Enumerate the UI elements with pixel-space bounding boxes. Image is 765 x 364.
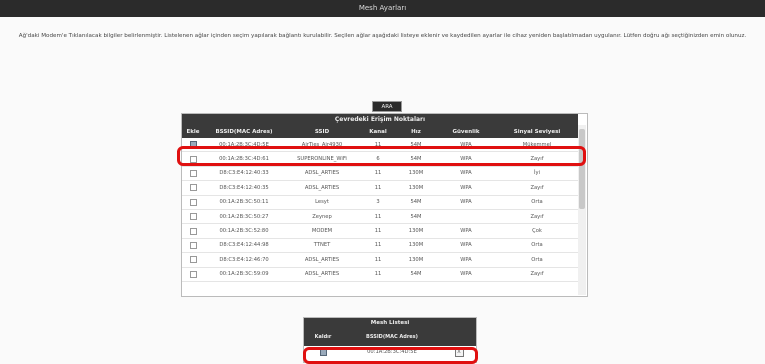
rate-cell: 130M: [396, 238, 436, 254]
rate-cell: 54M: [396, 209, 436, 225]
security-cell: WPA: [436, 252, 496, 268]
security-cell: WPA: [436, 195, 496, 210]
channel-cell: 11: [360, 238, 396, 254]
security-cell: WPA: [436, 267, 496, 282]
network-row[interactable]: D8:C3:E4:12:40:35 ADSL_ARTIES 11 130M WPA Zay…: [182, 180, 578, 196]
signal-cell: Orta: [496, 195, 578, 210]
rate-cell: 130M: [396, 166, 436, 182]
column-header: BSSID(MAC Adres): [342, 328, 442, 346]
rate-cell: 130M: [396, 252, 436, 268]
column-header: Kaldır: [304, 328, 342, 346]
network-row[interactable]: D8:C3:E4:12:44:98 TTNET 11 130M WPA Orta: [182, 238, 578, 254]
scroll-thumb[interactable]: [579, 129, 585, 209]
add-cell: [182, 267, 204, 282]
ssid-cell: Lesyt: [284, 195, 360, 210]
channel-cell: 3: [360, 195, 396, 210]
network-row[interactable]: 00:1A:2B:3C:50:27 Zeynep 11 54M Zayıf: [182, 209, 578, 225]
network-row[interactable]: 00:1A:2B:3C:59:09 ADSL_ARTIES 11 54M WPA Zayı…: [182, 267, 578, 282]
network-row[interactable]: 00:1A:2B:3C:50:11 Lesyt 3 54M WPA Orta: [182, 195, 578, 210]
channel-cell: 11: [360, 209, 396, 225]
column-header: [442, 328, 476, 346]
rate-cell: 54M: [396, 195, 436, 210]
column-header[interactable]: Kanal: [360, 125, 396, 138]
bssid-cell: D8:C3:E4:12:40:35: [204, 180, 284, 196]
signal-cell: Orta: [496, 238, 578, 254]
add-checkbox[interactable]: [189, 169, 197, 177]
ssid-cell: MODEM: [284, 223, 360, 239]
security-cell: [436, 209, 496, 225]
add-checkbox[interactable]: [189, 227, 197, 235]
add-checkbox[interactable]: [189, 241, 197, 249]
security-cell: WPA: [436, 180, 496, 196]
top-bar: Mesh Ayarları: [0, 0, 765, 17]
add-cell: [182, 209, 204, 225]
network-row[interactable]: 00:1A:2B:3C:52:80 MODEM 11 130M WPA Çok: [182, 223, 578, 239]
security-cell: WPA: [436, 223, 496, 239]
ssid-cell: ADSL_ARTIES: [284, 267, 360, 282]
rate-cell: 130M: [396, 180, 436, 196]
network-row[interactable]: D8:C3:E4:12:46:70 ADSL_ARTIES 11 130M WPA Ort…: [182, 252, 578, 268]
signal-cell: İyi: [496, 166, 578, 182]
rate-cell: 130M: [396, 223, 436, 239]
signal-cell: Çok: [496, 223, 578, 239]
column-header[interactable]: BSSID(MAC Adres): [204, 125, 284, 138]
add-checkbox[interactable]: [189, 184, 197, 192]
add-checkbox[interactable]: [189, 213, 197, 221]
signal-cell: Zayıf: [496, 267, 578, 282]
add-cell: [182, 238, 204, 254]
column-header[interactable]: Güvenlik: [436, 125, 496, 138]
search-button[interactable]: ARA: [372, 101, 402, 112]
networks-panel: Çevredeki Erişim Noktaları Ekle BSSID(MA…: [181, 113, 588, 297]
ssid-cell: Zeynep: [284, 209, 360, 225]
ssid-cell: ADSL_ARTIES: [284, 180, 360, 196]
security-cell: WPA: [436, 238, 496, 254]
channel-cell: 11: [360, 267, 396, 282]
add-checkbox[interactable]: [189, 198, 197, 206]
column-header[interactable]: Sinyal Seviyesi: [496, 125, 578, 138]
add-cell: [182, 166, 204, 182]
highlight-selected-network: [177, 146, 586, 166]
channel-cell: 11: [360, 166, 396, 182]
bssid-cell: D8:C3:E4:12:46:70: [204, 252, 284, 268]
channel-cell: 11: [360, 223, 396, 239]
signal-cell: Orta: [496, 252, 578, 268]
channel-cell: 11: [360, 252, 396, 268]
add-checkbox[interactable]: [189, 256, 197, 264]
bssid-cell: 00:1A:2B:3C:59:09: [204, 267, 284, 282]
mesh-header-row: Kaldır BSSID(MAC Adres): [304, 328, 476, 346]
ssid-cell: ADSL_ARTIES: [284, 252, 360, 268]
column-header[interactable]: Hız: [396, 125, 436, 138]
security-cell: WPA: [436, 166, 496, 182]
bssid-cell: 00:1A:2B:3C:52:80: [204, 223, 284, 239]
add-cell: [182, 252, 204, 268]
signal-cell: Zayıf: [496, 209, 578, 225]
intro-text: Ağ'daki Modem'e Tıklanılacak bilgiler be…: [18, 33, 747, 39]
channel-cell: 11: [360, 180, 396, 196]
add-cell: [182, 180, 204, 196]
add-checkbox[interactable]: [189, 270, 197, 278]
mesh-list-title: Mesh Listesi: [304, 318, 476, 328]
network-row[interactable]: D8:C3:E4:12:40:33 ADSL_ARTIES 11 130M WPA İyi: [182, 166, 578, 182]
networks-title: Çevredeki Erişim Noktaları: [182, 114, 578, 125]
rate-cell: 54M: [396, 267, 436, 282]
page-title: Mesh Ayarları: [358, 4, 407, 12]
bssid-cell: 00:1A:2B:3C:50:11: [204, 195, 284, 210]
bssid-cell: 00:1A:2B:3C:50:27: [204, 209, 284, 225]
networks-header-row: Ekle BSSID(MAC Adres) SSID Kanal Hız Güv…: [182, 125, 578, 138]
bssid-cell: D8:C3:E4:12:44:98: [204, 238, 284, 254]
highlight-mesh-entry: [303, 347, 478, 364]
column-header: Ekle: [182, 125, 204, 138]
add-cell: [182, 223, 204, 239]
signal-cell: Zayıf: [496, 180, 578, 196]
ssid-cell: TTNET: [284, 238, 360, 254]
ssid-cell: ADSL_ARTIES: [284, 166, 360, 182]
bssid-cell: D8:C3:E4:12:40:33: [204, 166, 284, 182]
add-cell: [182, 195, 204, 210]
column-header[interactable]: SSID: [284, 125, 360, 138]
